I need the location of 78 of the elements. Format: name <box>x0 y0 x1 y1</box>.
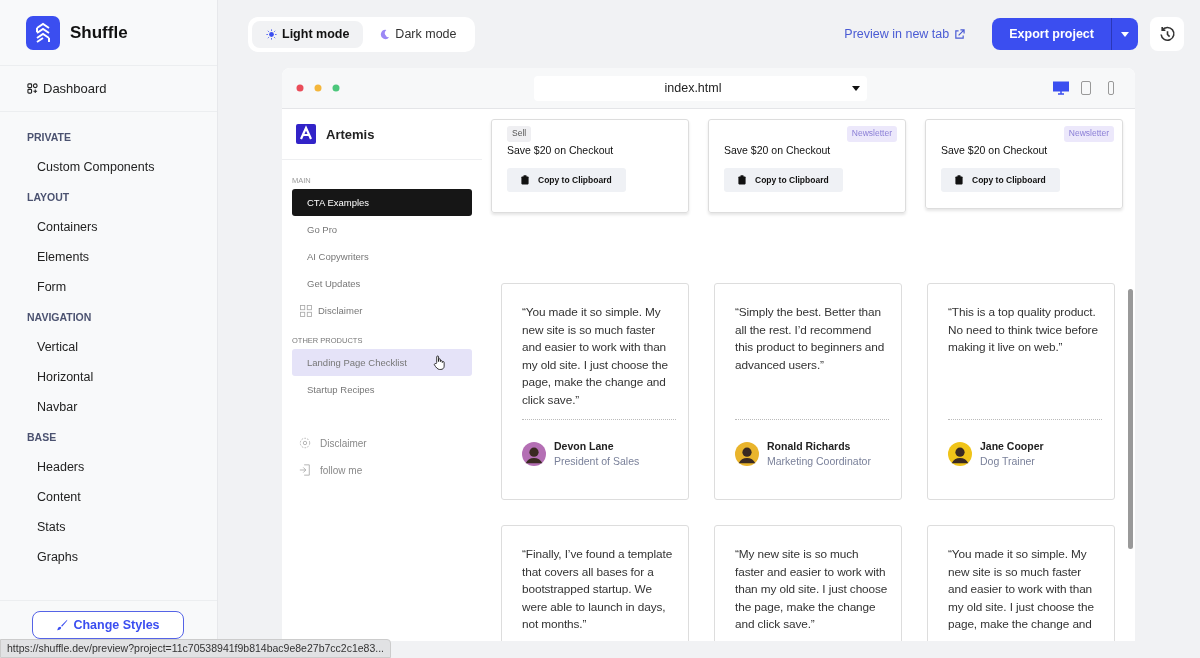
dashboard-icon <box>27 83 38 94</box>
sidebar-item[interactable]: Graphs <box>0 542 217 572</box>
nav-item[interactable]: Landing Page Checklist <box>292 349 472 376</box>
nav-item[interactable]: Startup Recipes <box>292 376 472 403</box>
section-heading: BASE <box>26 430 58 445</box>
section-heading: PRIVATE <box>26 130 72 145</box>
history-button[interactable] <box>1150 17 1184 51</box>
section-heading: LAYOUT <box>26 190 71 205</box>
sidebar-item[interactable]: Custom Components <box>0 152 217 182</box>
clipboard-icon <box>738 175 746 185</box>
clipboard-icon <box>521 175 529 185</box>
sidebar-item[interactable]: Elements <box>0 242 217 272</box>
author-name: Ronald Richards <box>767 440 852 452</box>
tablet-icon[interactable] <box>1078 81 1094 95</box>
sidebar-item[interactable]: Headers <box>0 452 217 482</box>
site-name: Artemis <box>326 126 375 142</box>
tag: Sell <box>507 126 532 142</box>
sidebar-item[interactable]: Horizontal <box>0 362 217 392</box>
author-name: Jane Cooper <box>980 440 1044 452</box>
file-select[interactable]: index.html <box>534 75 867 101</box>
preview-link[interactable]: Preview in new tab <box>844 27 966 41</box>
change-styles-button[interactable]: Change Styles <box>32 611 184 639</box>
nav-item[interactable]: Get Updates <box>292 270 472 297</box>
mode-tab[interactable]: Dark mode <box>365 20 471 48</box>
author-role: Marketing Coordinator <box>767 455 871 467</box>
desktop-icon[interactable] <box>1053 81 1069 95</box>
copy-button[interactable]: Copy to Clipboard <box>724 168 843 192</box>
nav-item[interactable]: AI Copywriters <box>292 243 472 270</box>
sidebar-item[interactable]: Navbar <box>0 392 217 422</box>
nav-link[interactable]: Disclaimer <box>320 437 367 449</box>
history-icon <box>1158 25 1176 43</box>
export-dropdown-button[interactable] <box>1112 18 1138 50</box>
author-role: Dog Trainer <box>980 455 1036 467</box>
nav-link[interactable]: follow me <box>320 464 363 476</box>
clipboard-icon <box>955 175 963 185</box>
caret-icon <box>852 85 860 91</box>
brand-name: Shuffle <box>70 22 128 43</box>
tag: Newsletter <box>1063 126 1114 142</box>
testimonial-quote: “Finally, I’ve found a template that covers all bases for a bootstrapped startup. We were able to launch in days, not months.” <box>522 546 674 633</box>
login-icon <box>299 464 311 476</box>
export-button[interactable]: Export project <box>992 18 1112 50</box>
scrollbar[interactable] <box>1128 289 1133 549</box>
testimonial-quote: “This is a top quality product. No need to think twice before making it live on web.” <box>948 304 1099 356</box>
mode-tab[interactable]: Light mode <box>252 20 364 48</box>
nav-item[interactable]: CTA Examples <box>292 189 472 216</box>
external-link-icon <box>954 28 966 40</box>
copy-button[interactable]: Copy to Clipboard <box>941 168 1060 192</box>
artemis-logo-icon <box>296 124 316 144</box>
cta-title: Save $20 on Checkout <box>941 144 1049 156</box>
sidebar-item[interactable]: Content <box>0 482 217 512</box>
nav-item[interactable]: Go Pro <box>292 216 472 243</box>
window-dots-icon <box>296 84 340 92</box>
sun-icon <box>266 28 277 40</box>
sidebar-item[interactable]: Dashboard <box>43 81 107 96</box>
sidebar-item[interactable]: Stats <box>0 512 217 542</box>
shuffle-logo-icon <box>26 15 60 50</box>
sidebar-item[interactable]: Vertical <box>0 332 217 362</box>
nav-item[interactable]: Disclaimer <box>292 297 472 324</box>
cta-title: Save $20 on Checkout <box>507 144 615 156</box>
testimonial-quote: “You made it so simple. My new site is so much faster and easier to work with than my old site. I just choose the page, make the change and <box>948 546 1095 633</box>
section-heading: NAVIGATION <box>26 310 93 325</box>
gear-icon <box>299 437 311 449</box>
author-role: President of Sales <box>554 455 640 467</box>
testimonial-quote: “You made it so simple. My new site is so much faster and easier to work with than my old site. I just choose the page, make the change and click save.” <box>522 304 669 409</box>
moon-icon <box>379 28 391 40</box>
testimonial-quote: “Simply the best. Better than all the rest. I’d recommend this product to beginners and advanced users.” <box>735 304 886 374</box>
cta-title: Save $20 on Checkout <box>724 144 832 156</box>
grid-icon <box>300 304 312 317</box>
brush-icon <box>56 619 69 631</box>
copy-button[interactable]: Copy to Clipboard <box>507 168 626 192</box>
testimonial-quote: “My new site is so much faster and easier to work with than my old site. I just choose the page, make the change and click save.” <box>735 546 889 633</box>
status-url: https://shuffle.dev/preview?project=11c70538941f9b814bac9e8e27b7cc2c1e83... <box>0 639 392 658</box>
caret-icon <box>1121 31 1129 37</box>
author-name: Devon Lane <box>554 440 615 452</box>
tag: Newsletter <box>846 126 897 142</box>
sidebar-item[interactable]: Containers <box>0 212 217 242</box>
hand-cursor-icon <box>433 355 446 370</box>
sidebar-item[interactable]: Form <box>0 272 217 302</box>
